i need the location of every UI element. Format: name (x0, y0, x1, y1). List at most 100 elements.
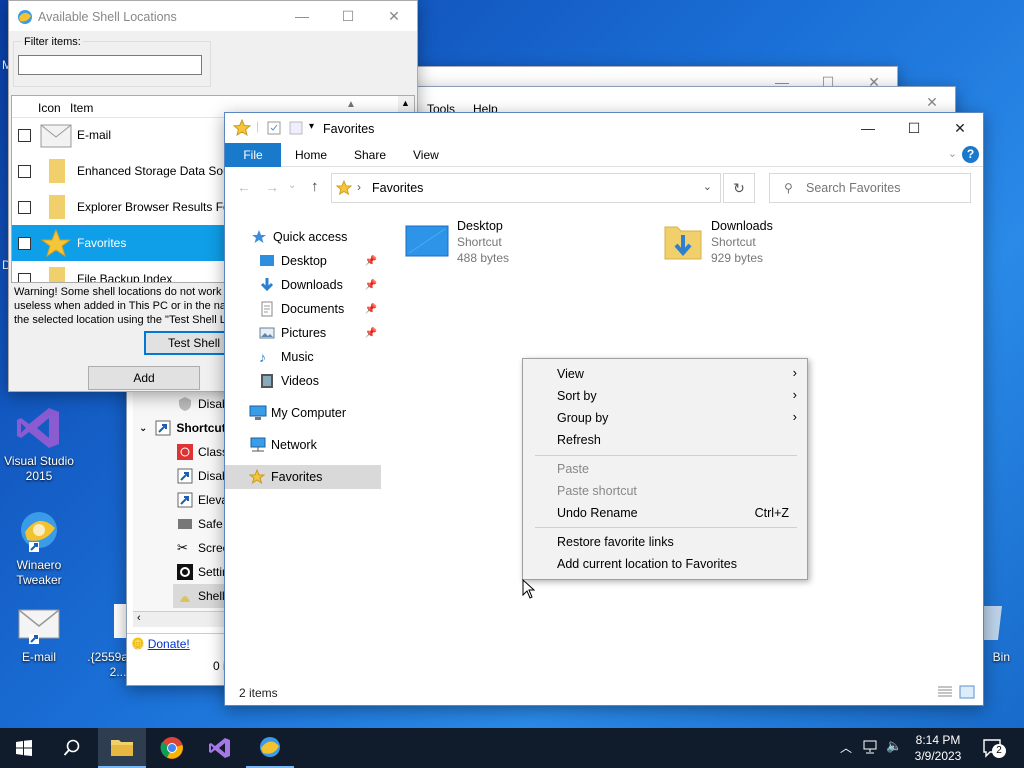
minimize-icon[interactable]: — (279, 1, 325, 31)
close-icon[interactable]: ✕ (371, 1, 417, 31)
new-folder-icon[interactable] (289, 121, 303, 138)
up-icon[interactable]: ↑ (311, 178, 319, 195)
desktop-icon-email[interactable]: E-mail (1, 600, 77, 665)
volume-icon[interactable]: 🔈 (886, 738, 902, 754)
menu-item-add-current-location[interactable]: Add current location to Favorites (557, 553, 737, 575)
file-item-downloads[interactable]: Downloads Shortcut 929 bytes (663, 217, 903, 267)
search-box[interactable]: ⚲ (769, 173, 971, 203)
tree-item[interactable]: Disab (177, 392, 229, 416)
close-icon[interactable]: ✕ (937, 113, 983, 143)
nav-item-quick-access[interactable]: Quick access (225, 225, 381, 249)
desktop-icon-visual-studio[interactable]: Visual Studio 2015 (1, 404, 77, 484)
action-center-button[interactable]: 2 (982, 738, 1006, 761)
address-dropdown-icon[interactable]: ⌄ (703, 180, 712, 193)
recent-locations-icon[interactable]: ⌄ (288, 180, 296, 191)
scroll-left-icon[interactable]: ‹ (137, 612, 141, 624)
taskbar-visual-studio[interactable] (196, 728, 244, 768)
taskbar-winaero-tweaker[interactable] (246, 728, 294, 768)
shield-icon (177, 396, 193, 412)
tree-item[interactable]: Eleva (177, 488, 228, 512)
checkbox[interactable] (18, 236, 31, 250)
nav-item-pictures[interactable]: Pictures 📌 (225, 321, 381, 345)
properties-icon[interactable] (267, 121, 281, 138)
checkbox[interactable] (18, 164, 31, 178)
breadcrumb[interactable]: Favorites (372, 181, 423, 195)
donate-link[interactable]: Donate! (148, 637, 190, 651)
show-hidden-icons-icon[interactable]: ︿ (840, 739, 852, 756)
filter-input[interactable] (18, 55, 202, 75)
large-icons-view-icon[interactable] (959, 685, 975, 702)
expand-ribbon-icon[interactable]: ⌄ (948, 147, 957, 160)
pin-icon[interactable]: 📌 (365, 256, 377, 267)
tree-item-selected[interactable]: Shell (173, 584, 227, 608)
file-type: Shortcut (457, 235, 502, 249)
folder-icon (39, 263, 73, 282)
customize-toolbar-icon[interactable]: ▾ (309, 121, 314, 132)
desktop-icon-winaero-tweaker[interactable]: Winaero Tweaker (1, 508, 77, 588)
maximize-icon[interactable]: ☐ (325, 1, 371, 31)
clock[interactable]: 8:14 PM 3/9/2023 (906, 732, 970, 764)
context-menu: View › Sort by › Group by › Refresh Past… (522, 358, 808, 580)
menu-item-undo-rename[interactable]: Undo Rename (557, 502, 638, 524)
pin-icon[interactable]: 📌 (365, 280, 377, 291)
add-button[interactable]: Add (88, 366, 200, 390)
tree-item[interactable]: ✂ Scree (177, 536, 229, 560)
checkbox[interactable] (18, 128, 31, 142)
forward-icon[interactable]: → (265, 179, 279, 195)
titlebar[interactable]: | ▾ Favorites — ☐ ✕ (225, 113, 983, 143)
nav-item-network[interactable]: Network (225, 433, 381, 457)
maximize-icon[interactable]: ☐ (891, 113, 937, 143)
desktop-icon-label: E-mail (21, 650, 56, 664)
refresh-button[interactable]: ↻ (723, 173, 755, 203)
pin-icon[interactable]: 📌 (365, 304, 377, 315)
checkbox[interactable] (18, 272, 31, 282)
minimize-icon[interactable]: — (845, 113, 891, 143)
elevated-icon (177, 492, 193, 508)
recycle-bin-icon (982, 600, 1006, 648)
tree-group-shortcut[interactable]: ⌄ Shortcut (139, 416, 226, 440)
menu-item-sort-by[interactable]: Sort by (557, 385, 597, 407)
tree-item[interactable]: Settin (177, 560, 229, 584)
address-bar[interactable]: › Favorites ⌄ (331, 173, 721, 203)
menu-item-paste[interactable]: Paste (557, 458, 589, 480)
help-icon[interactable]: ? (962, 146, 979, 163)
tree-item[interactable]: Classi (177, 440, 231, 464)
taskbar-chrome[interactable] (148, 728, 196, 768)
tab-view[interactable]: View (413, 143, 439, 167)
tab-home[interactable]: Home (295, 143, 327, 167)
tree-item[interactable]: Disab (177, 464, 229, 488)
checkbox[interactable] (18, 200, 31, 214)
horizontal-scrollbar[interactable]: ‹ (133, 611, 227, 627)
file-type: Shortcut (711, 235, 756, 249)
tree-item[interactable]: Safe (177, 512, 223, 536)
menu-item-group-by[interactable]: Group by (557, 407, 608, 429)
column-header-icon[interactable]: Icon (38, 101, 61, 115)
menu-item-paste-shortcut[interactable]: Paste shortcut (557, 480, 637, 502)
network-tray-icon[interactable] (862, 739, 880, 758)
back-icon[interactable]: ← (237, 179, 251, 195)
menu-item-refresh[interactable]: Refresh (557, 429, 601, 451)
search-button[interactable] (48, 728, 96, 768)
titlebar[interactable]: Available Shell Locations — ☐ ✕ (9, 1, 417, 31)
menu-item-restore-favorite-links[interactable]: Restore favorite links (557, 531, 674, 553)
breadcrumb-chevron-icon[interactable]: › (357, 180, 361, 194)
column-header-item[interactable]: Item (70, 101, 93, 115)
search-input[interactable] (806, 179, 966, 197)
test-shell-location-button[interactable]: Test Shell Lo (144, 331, 234, 355)
file-item-desktop[interactable]: Desktop Shortcut 488 bytes (405, 217, 645, 265)
start-button[interactable] (0, 728, 48, 768)
tab-share[interactable]: Share (354, 143, 386, 167)
nav-item-my-computer[interactable]: My Computer (225, 401, 381, 425)
scroll-up-icon[interactable]: ▲ (401, 98, 410, 108)
taskbar-file-explorer[interactable] (98, 728, 146, 768)
menu-item-view[interactable]: View (557, 363, 584, 385)
nav-item-documents[interactable]: Documents 📌 (225, 297, 381, 321)
pin-icon[interactable]: 📌 (365, 328, 377, 339)
nav-item-videos[interactable]: Videos (225, 369, 381, 393)
nav-item-desktop[interactable]: Desktop 📌 (225, 249, 381, 273)
nav-item-favorites[interactable]: Favorites (225, 465, 381, 489)
details-view-icon[interactable] (937, 685, 953, 702)
nav-item-music[interactable]: ♪ Music (225, 345, 381, 369)
nav-item-downloads[interactable]: Downloads 📌 (225, 273, 381, 297)
tab-file[interactable]: File (225, 143, 281, 167)
